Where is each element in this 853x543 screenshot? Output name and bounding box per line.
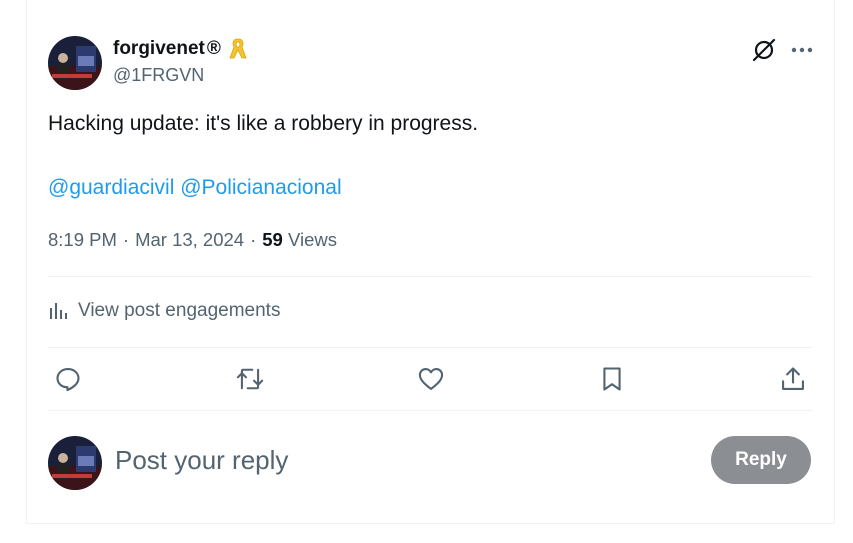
author-display-name[interactable]: forgivenet (113, 38, 205, 60)
mention-link[interactable]: @guardiacivil (48, 176, 174, 199)
view-engagements-link[interactable]: View post engagements (48, 300, 280, 322)
grok-icon[interactable] (751, 37, 777, 63)
views-label: Views (287, 229, 337, 250)
repost-icon[interactable] (230, 362, 270, 396)
tweet-time[interactable]: 8:19 PM (48, 229, 117, 251)
analytics-icon (48, 301, 68, 321)
author-avatar[interactable] (48, 36, 102, 90)
author-handle[interactable]: @1FRGVN (113, 65, 204, 86)
tweet-date[interactable]: Mar 13, 2024 (135, 229, 244, 251)
divider (48, 347, 813, 348)
author-name-row: forgivenet ® (113, 36, 247, 62)
tweet-mentions: @guardiacivil @Policianacional (48, 176, 342, 200)
yellow-ribbon-icon (229, 37, 247, 61)
top-right-icons (751, 36, 813, 64)
views-count: 59 (262, 229, 283, 250)
divider (48, 410, 813, 411)
mention-link[interactable]: @Policianacional (180, 176, 341, 199)
like-icon[interactable] (411, 362, 451, 396)
action-bar (48, 362, 813, 396)
user-avatar[interactable] (48, 436, 102, 490)
reply-input[interactable]: Post your reply (115, 445, 288, 476)
tweet-meta: 8:19 PM · Mar 13, 2024 · 59 Views (48, 229, 337, 251)
divider (48, 276, 813, 277)
registered-mark: ® (206, 38, 221, 59)
view-engagements-label: View post engagements (78, 300, 281, 321)
meta-separator: · (250, 229, 257, 250)
views: 59 Views (262, 229, 337, 251)
more-options-icon[interactable] (791, 47, 813, 53)
reply-button[interactable]: Reply (711, 436, 811, 484)
share-icon[interactable] (773, 362, 813, 396)
bookmark-icon[interactable] (592, 362, 632, 396)
meta-separator: · (122, 229, 130, 250)
tweet-text: Hacking update: it's like a robbery in p… (48, 112, 479, 135)
reply-icon[interactable] (48, 362, 88, 396)
